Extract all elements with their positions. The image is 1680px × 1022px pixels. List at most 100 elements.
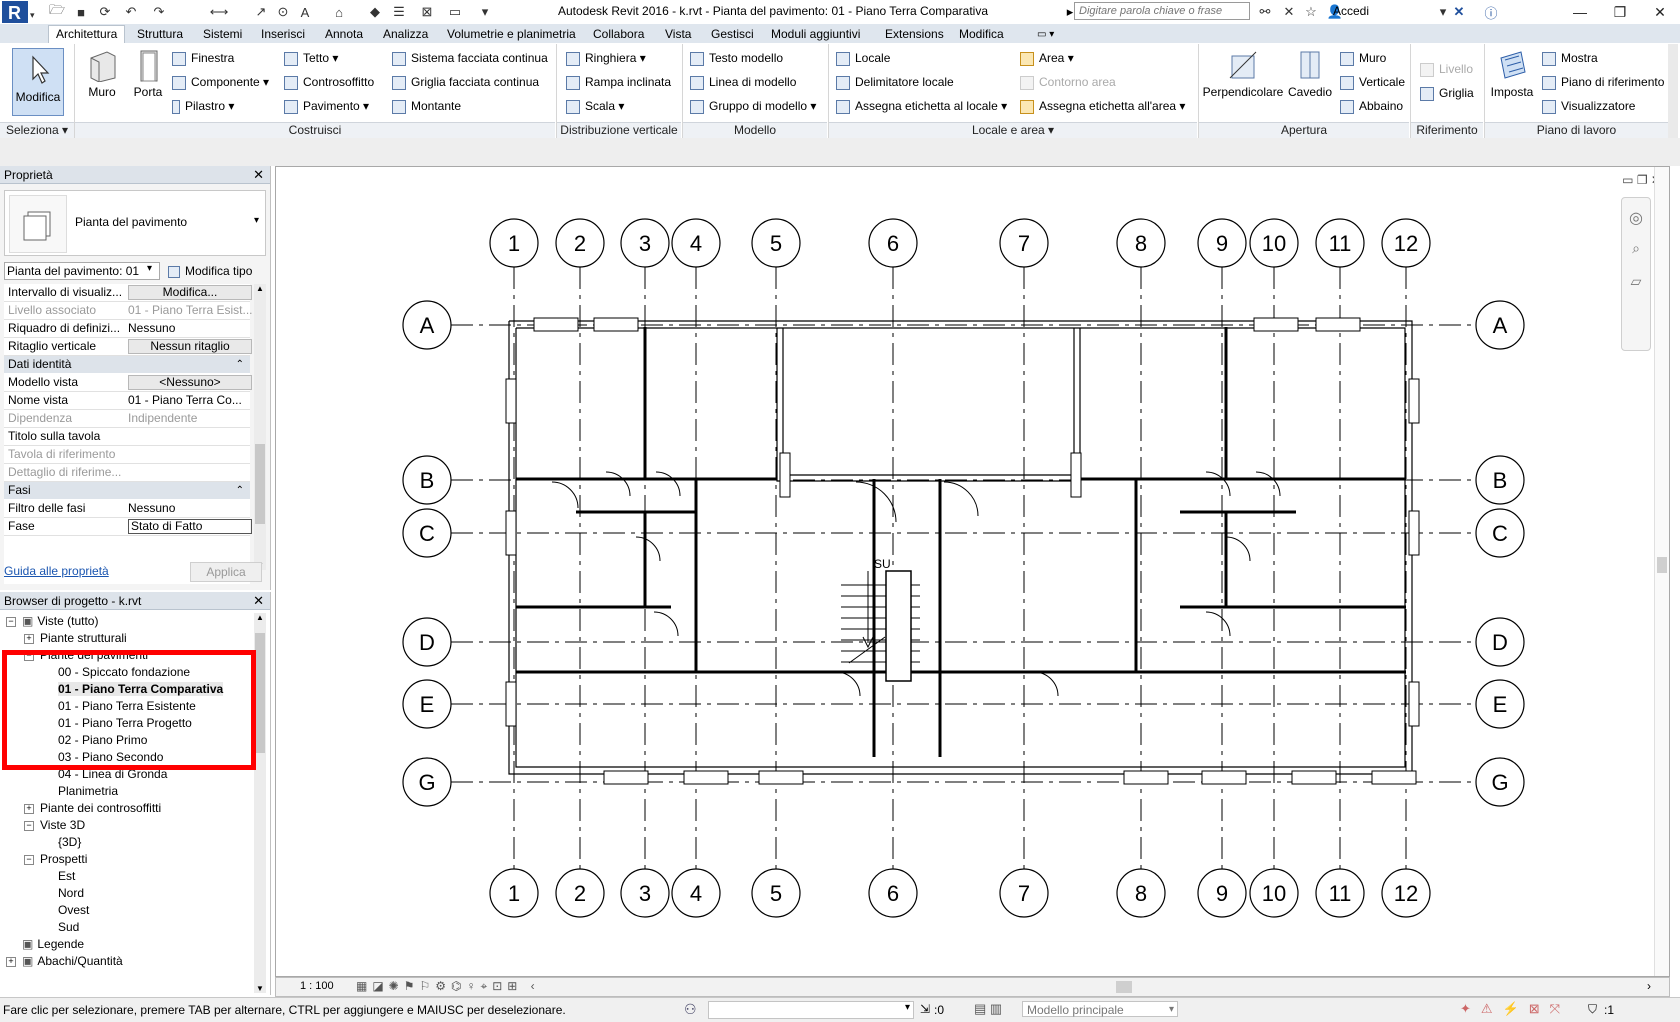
delimitatore-button[interactable]: Delimitatore locale (836, 75, 954, 90)
view-control-icons[interactable]: ▦◪✺⚑⚐⚙⌬♀⌖⊡⊞ ‹ (356, 979, 540, 994)
scroll-right-icon[interactable]: › (1647, 979, 1651, 993)
grid-bubble[interactable]: 5 (751, 868, 801, 918)
workset-dropdown[interactable]: ▾ (708, 1001, 914, 1019)
mostra-button[interactable]: Mostra (1542, 51, 1598, 66)
floor-plan-drawing[interactable]: SU112233445566778899101011111212A AB BC CD D… (276, 167, 1669, 976)
grid-bubble[interactable]: C (1475, 508, 1525, 558)
pavimento-button[interactable]: Pavimento ▾ (284, 99, 369, 114)
measure-icon[interactable]: ⟷ (210, 3, 229, 21)
browser-item[interactable]: Ovest (6, 902, 250, 919)
gruppo-modello-button[interactable]: Gruppo di modello ▾ (690, 99, 816, 114)
binoculars-icon[interactable]: ⚯ (1256, 3, 1274, 21)
tetto-button[interactable]: Tetto ▾ (284, 51, 338, 66)
browser-item[interactable]: ▣ Legende (6, 936, 250, 953)
scroll-down-icon[interactable]: ▼ (254, 984, 266, 993)
crop-button[interactable]: Nessun ritaglio (128, 339, 252, 354)
grid-bubble[interactable]: 7 (999, 868, 1049, 918)
abbaino-button[interactable]: Abbaino (1340, 99, 1403, 114)
browser-item[interactable]: Est (6, 868, 250, 885)
grid-bubble[interactable]: 6 (868, 218, 918, 268)
type-dropdown-icon[interactable]: ▾ (254, 215, 259, 226)
maximize-button[interactable]: ❐ (1600, 2, 1640, 22)
prop-value[interactable]: Nessuno (128, 320, 254, 337)
steering-wheel-icon[interactable]: ◎ (1622, 208, 1650, 228)
group-identity[interactable]: Dati identità ⌃ (4, 356, 250, 373)
phase-filter-field[interactable]: Nessuno (128, 500, 254, 517)
grid-bubble[interactable]: 5 (751, 218, 801, 268)
exchange-icon[interactable]: ✕ (1450, 3, 1468, 21)
close-hidden-icon[interactable]: ⊠ (418, 3, 436, 21)
group-phases[interactable]: Fasi ⌃ (4, 482, 250, 499)
navigation-bar[interactable]: ◎ ⌕ ▱ (1621, 197, 1651, 351)
collapse-icon[interactable]: − (24, 651, 34, 661)
ringhiera-button[interactable]: Ringhiera ▾ (566, 51, 646, 66)
grid-bubble[interactable]: 1 (489, 218, 539, 268)
ribbon-scroll[interactable] (1668, 44, 1678, 138)
grid-bubble[interactable]: 3 (620, 218, 670, 268)
grid-bubble[interactable]: E (1475, 679, 1525, 729)
grid-bubble[interactable]: 12 (1381, 868, 1431, 918)
expand-icon[interactable]: + (24, 634, 34, 644)
grid-bubble[interactable]: G (1475, 757, 1525, 807)
tab-extensions[interactable]: Extensions (878, 26, 951, 43)
grid-bubble[interactable]: 10 (1249, 868, 1299, 918)
collapse-icon[interactable]: ⌃ (236, 356, 244, 373)
browser-item[interactable]: 01 - Piano Terra Esistente (6, 698, 250, 715)
tab-struttura[interactable]: Struttura (130, 26, 190, 43)
tab-analizza[interactable]: Analizza (376, 26, 435, 43)
open-icon[interactable]: 🗁 (48, 2, 66, 21)
tab-architettura[interactable]: Architettura (48, 25, 126, 43)
browser-scrollbar[interactable]: ▲ ▼ (254, 613, 266, 993)
assegna-locale-button[interactable]: Assegna etichetta al locale ▾ (836, 99, 1007, 114)
scroll-up-icon[interactable]: ▲ (254, 284, 266, 293)
instance-dropdown-icon[interactable]: ▾ (147, 263, 152, 274)
assegna-area-button[interactable]: Assegna etichetta all'area ▾ (1020, 99, 1185, 114)
tab-sistemi[interactable]: Sistemi (196, 26, 249, 43)
grid-bubble[interactable]: G (402, 757, 452, 807)
favorites-icon[interactable]: ☆ (1302, 3, 1320, 21)
customize-qa-icon[interactable]: ▾ (476, 3, 494, 21)
phase-field[interactable]: Stato di Fatto (128, 519, 252, 534)
browser-item[interactable]: + Piante strutturali (6, 630, 250, 647)
redo-icon[interactable]: ↷ (150, 3, 168, 21)
perpendicolare-button[interactable]: Perpendicolare (1202, 48, 1284, 99)
grid-bubble[interactable]: 10 (1249, 218, 1299, 268)
grid-bubble[interactable]: 8 (1116, 868, 1166, 918)
tab-annota[interactable]: Annota (318, 26, 370, 43)
imposta-button[interactable]: Imposta (1488, 48, 1536, 99)
worksets-icon[interactable]: ⚇ (684, 1001, 697, 1018)
browser-item[interactable]: − ▣ Viste (tutto) (6, 613, 250, 630)
tab-vista[interactable]: Vista (658, 26, 698, 43)
pilastro-button[interactable]: Pilastro ▾ (172, 99, 234, 114)
vertical-scrollbar[interactable] (1654, 167, 1669, 976)
browser-item[interactable]: Planimetria (6, 783, 250, 800)
filter-icon[interactable]: ⛉ (1588, 1002, 1597, 1017)
browser-item[interactable]: Nord (6, 885, 250, 902)
grid-bubble[interactable]: 11 (1315, 218, 1365, 268)
switch-windows-icon[interactable]: ▭ (446, 3, 464, 21)
tag-icon[interactable]: ⊙ (274, 3, 292, 21)
horizontal-scroll-thumb[interactable] (1116, 981, 1132, 993)
text-icon[interactable]: A (296, 3, 314, 21)
minimize-button[interactable]: — (1560, 2, 1600, 22)
finestra-button[interactable]: Finestra (172, 51, 234, 66)
revit-logo-icon[interactable]: R ▾ (0, 0, 40, 24)
type-selector[interactable]: Pianta del pavimento ▾ (4, 190, 266, 256)
selection-options-icons[interactable]: ✦⚠⚡⊠⤧ (1460, 1001, 1570, 1017)
componente-button[interactable]: Componente ▾ (172, 75, 269, 90)
grid-bubble[interactable]: 4 (671, 218, 721, 268)
grid-bubble[interactable]: 12 (1381, 218, 1431, 268)
dropdown-arrow-icon[interactable]: ▾ (1169, 1002, 1174, 1018)
grid-bubble[interactable]: 2 (555, 868, 605, 918)
collapse-icon[interactable]: − (24, 821, 34, 831)
scala-button[interactable]: Scala ▾ (566, 99, 624, 114)
editable-only-icon[interactable]: ⇲ (920, 1002, 930, 1016)
grid-bubble[interactable]: 11 (1315, 868, 1365, 918)
porta-button[interactable]: Porta (128, 48, 168, 99)
scroll-thumb[interactable] (1657, 557, 1667, 573)
scroll-up-icon[interactable]: ▲ (254, 613, 266, 622)
tab-gestisci[interactable]: Gestisci (704, 26, 761, 43)
grid-bubble[interactable]: 7 (999, 218, 1049, 268)
tab-inserisci[interactable]: Inserisci (254, 26, 312, 43)
grid-bubble[interactable]: B (402, 455, 452, 505)
